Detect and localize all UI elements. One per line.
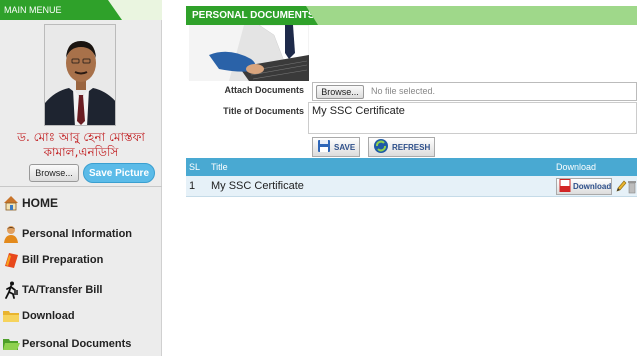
menu-item-home-label: HOME	[22, 196, 58, 210]
column-header-download: Download	[556, 162, 597, 172]
menu-item-download[interactable]: Download	[0, 305, 162, 327]
title-of-documents-label: Title of Documents	[223, 106, 304, 116]
menu-item-personal-information-label: Personal Information	[22, 228, 133, 240]
walking-icon	[2, 281, 20, 299]
row-sl: 1	[189, 180, 196, 192]
pdf-icon	[559, 179, 571, 194]
home-icon	[2, 194, 20, 212]
menu-item-personal-documents[interactable]: Personal Documents	[0, 333, 162, 355]
attach-file-field: Browse... No file selected.	[312, 82, 637, 101]
save-button[interactable]: SAVE	[312, 137, 361, 157]
row-title: My SSC Certificate	[211, 180, 304, 192]
attach-browse-button[interactable]: Browse...	[316, 85, 364, 99]
menu-item-download-label: Download	[22, 310, 75, 322]
table-row: 1 My SSC Certificate Download	[186, 176, 637, 197]
refresh-icon	[373, 138, 389, 156]
column-header-sl: SL	[189, 162, 201, 172]
column-header-title: Title	[211, 162, 228, 172]
sidebar-header-title: MAIN MENUE	[0, 0, 122, 20]
profile-name-line2: কামাল,এনডিসি	[43, 145, 119, 159]
profile-photo	[44, 24, 116, 126]
floppy-disk-icon	[317, 139, 331, 155]
document-title-input[interactable]	[308, 102, 637, 134]
person-icon	[2, 225, 20, 243]
menu-item-ta-transfer-bill[interactable]: TA/Transfer Bill	[0, 279, 162, 301]
save-button-label: SAVE	[334, 142, 356, 152]
main-panel: PERSONAL DOCUMENTS Attach Documents Brow…	[186, 0, 637, 356]
refresh-button-label: REFRESH	[392, 142, 431, 152]
folder-open-icon	[2, 335, 20, 353]
menu-item-home[interactable]: HOME	[0, 192, 162, 214]
profile-name: ড. মোঃ আবু হেনা মোস্তফা কামাল,এনডিসি	[6, 130, 156, 160]
save-picture-button[interactable]: Save Picture	[83, 163, 155, 183]
attach-documents-label: Attach Documents	[224, 85, 304, 95]
menu-item-bill-preparation[interactable]: Bill Preparation	[0, 249, 162, 271]
profile-name-line1: ড. মোঃ আবু হেনা মোস্তফা	[17, 130, 145, 144]
delete-trash-icon[interactable]	[627, 178, 637, 197]
banner-image	[189, 25, 309, 81]
row-download-label: Download	[573, 182, 612, 191]
edit-pencil-icon[interactable]	[615, 179, 627, 196]
sidebar-divider	[0, 186, 162, 187]
menu-item-ta-transfer-bill-label: TA/Transfer Bill	[22, 284, 103, 296]
sidebar: MAIN MENUE ড. মোঃ আবু হেনা মোস্তফা কামাল…	[0, 0, 162, 356]
file-status-text: No file selected.	[371, 86, 436, 96]
refresh-button[interactable]: REFRESH	[368, 137, 436, 157]
photo-browse-button[interactable]: Browse...	[29, 164, 79, 182]
main-header-title: PERSONAL DOCUMENTS	[186, 6, 318, 25]
row-download-button[interactable]: Download	[556, 178, 612, 195]
menu-item-personal-documents-label: Personal Documents	[22, 338, 132, 350]
bill-icon	[2, 251, 20, 269]
menu-item-bill-preparation-label: Bill Preparation	[22, 254, 104, 266]
documents-table-header: SL Title Download	[186, 158, 637, 176]
folder-icon	[2, 307, 20, 325]
menu-item-personal-information[interactable]: Personal Information	[0, 223, 162, 245]
